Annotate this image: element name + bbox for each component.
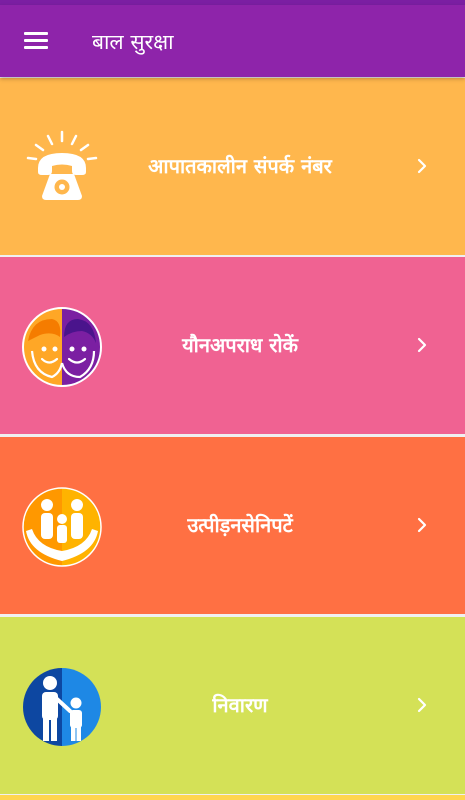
card-emergency-contacts[interactable]: आपातकालीन संपर्क नंबर [0,78,465,255]
child-faces-icon [22,307,102,387]
chevron-right-icon[interactable] [409,332,435,358]
card-label: आपातकालीन संपर्क नंबर [148,154,332,178]
parent-child-icon [23,668,101,746]
card-label: निवारण [212,693,268,717]
card-deal-harassment[interactable]: उत्पीड़नसेनिपटें [0,437,465,614]
chevron-right-icon[interactable] [409,512,435,538]
ringing-telephone-icon [26,130,98,200]
card-prevention[interactable]: निवारण [0,617,465,794]
family-protection-hands-icon [22,487,102,567]
card-label: उत्पीड़नसेनिपटें [187,513,293,537]
app-title: बाल सुरक्षा [92,30,174,54]
card-prevent-offences[interactable]: यौनअपराध रोकें [0,257,465,434]
app-bar: बाल सुरक्षा [0,5,465,77]
chevron-right-icon[interactable] [409,692,435,718]
card-label: यौनअपराध रोकें [182,333,298,357]
hamburger-menu-icon[interactable] [20,27,52,55]
next-card-edge [0,795,465,800]
chevron-right-icon[interactable] [409,153,435,179]
